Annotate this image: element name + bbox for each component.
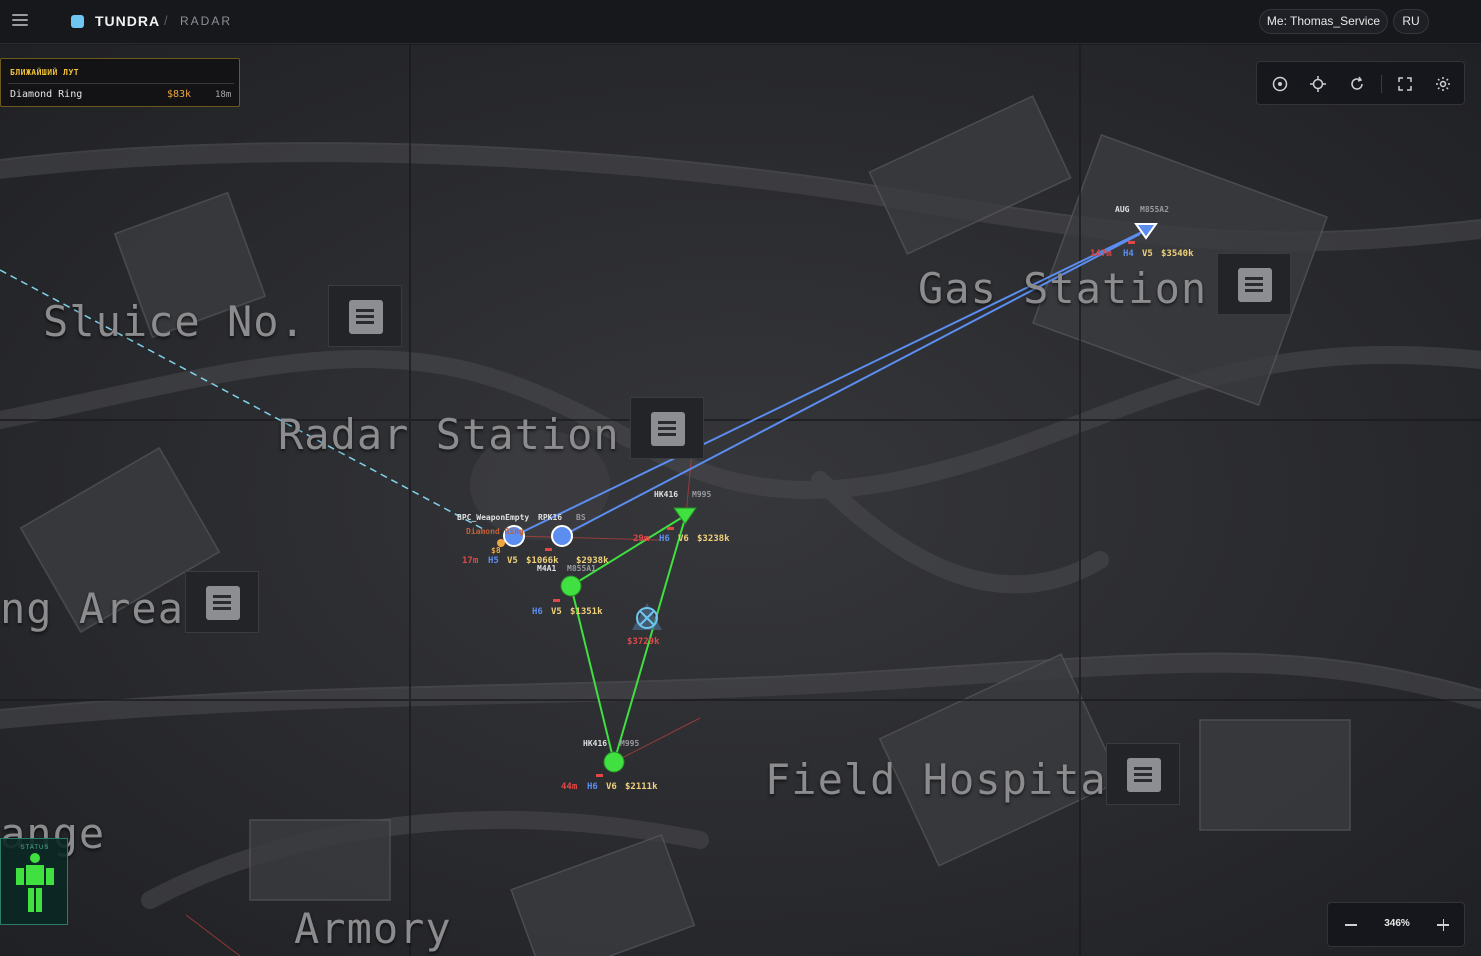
toolbar-divider (1381, 75, 1382, 93)
player-vest: V6 (606, 782, 617, 792)
loot-marker-name: Diamond Ring (466, 526, 524, 536)
body-marker[interactable]: $3729k (627, 603, 662, 647)
language-toggle[interactable]: RU (1393, 9, 1429, 34)
player-weapon: HK416 (583, 739, 607, 748)
player-helmet: H6 (532, 607, 543, 617)
player-marker-hk416-b[interactable]: HK416 M995 44m H6 V6 $2111k (561, 739, 658, 792)
body-value: $3729k (627, 637, 660, 647)
player-value: $1351k (570, 607, 603, 617)
player-distance: 29m (633, 534, 650, 544)
menu-icon[interactable] (12, 14, 28, 28)
player-weapon: RPK16 (538, 513, 562, 522)
fullscreen-icon[interactable] (1395, 74, 1415, 94)
loot-panel-title: БЛИЖАЙШИЙ ЛУТ (10, 68, 80, 77)
zoom-control: 346% (1327, 902, 1465, 947)
refresh-icon[interactable] (1347, 74, 1367, 94)
player-marker-aug[interactable]: AUG M855A2 147m H4 V5 $3540k (1090, 205, 1194, 259)
radar-app: TUNDRA / RADAR Me: Thomas_Service RU Slu… (0, 0, 1481, 956)
player-marker-m4a1[interactable]: M4A1 M855A1 H6 V5 $1351k (532, 564, 603, 617)
status-label: STATUS (20, 845, 50, 851)
body-status-icon (16, 853, 54, 912)
player-value: $3238k (697, 534, 730, 544)
player-distance: 147m (1090, 249, 1112, 259)
player-vest: V5 (551, 607, 562, 617)
player-helmet: H6 (659, 534, 670, 544)
settings-icon[interactable] (1433, 74, 1453, 94)
page-title: RADAR (180, 14, 233, 28)
marker-layer: AUG M855A2 147m H4 V5 $3540k HK416 M995 … (457, 205, 1194, 792)
radar-map[interactable]: Sluice No. 2 Radar Station Gas Station n… (0, 45, 1481, 956)
loot-marker-price: $8 (491, 546, 501, 555)
map-toolbar (1256, 61, 1465, 105)
player-vest: V5 (507, 556, 518, 566)
loot-item-distance: 18m (215, 90, 232, 100)
zoom-level: 346% (1384, 918, 1410, 929)
loot-item-name: Diamond Ring (10, 89, 83, 100)
player-ammo: BS (576, 513, 586, 522)
player-value: $1066k (526, 556, 559, 566)
top-bar: TUNDRA / RADAR Me: Thomas_Service RU (0, 0, 1481, 44)
player-helmet: H5 (488, 556, 499, 566)
player-weapon: BPC_WeaponEmpty (457, 513, 529, 522)
user-pill[interactable]: Me: Thomas_Service (1259, 9, 1388, 34)
loot-item-price: $83k (167, 89, 192, 100)
player-ammo: M995 (692, 490, 711, 499)
player-ammo: M855A2 (1140, 205, 1169, 214)
player-vest: V6 (678, 534, 689, 544)
player-distance: 44m (561, 782, 578, 792)
player-value: $3540k (1161, 249, 1194, 259)
player-value: $2111k (625, 782, 658, 792)
player-value: $2938k (576, 556, 609, 566)
brand-logo-icon (71, 15, 84, 28)
player-distance: 17m (462, 556, 479, 566)
loot-panel-divider (8, 83, 234, 84)
crosshair-icon[interactable] (1308, 74, 1328, 94)
player-ammo: M995 (620, 739, 639, 748)
nearest-loot-panel: БЛИЖАЙШИЙ ЛУТ Diamond Ring $83k 18m (0, 58, 240, 107)
zoom-in-button[interactable] (1434, 914, 1452, 936)
player-helmet: H6 (587, 782, 598, 792)
player-vest: V5 (1142, 249, 1153, 259)
player-helmet: H4 (1123, 249, 1134, 259)
target-icon[interactable] (1270, 74, 1290, 94)
status-panel[interactable]: STATUS (0, 838, 68, 925)
zoom-out-button[interactable] (1342, 914, 1360, 936)
player-weapon: HK416 (654, 490, 678, 499)
player-weapon: AUG (1115, 205, 1130, 214)
player-marker-hk416-a[interactable]: HK416 M995 29m H6 V6 $3238k (633, 490, 730, 544)
brand-name: TUNDRA (95, 13, 161, 29)
breadcrumb-separator: / (164, 13, 168, 28)
